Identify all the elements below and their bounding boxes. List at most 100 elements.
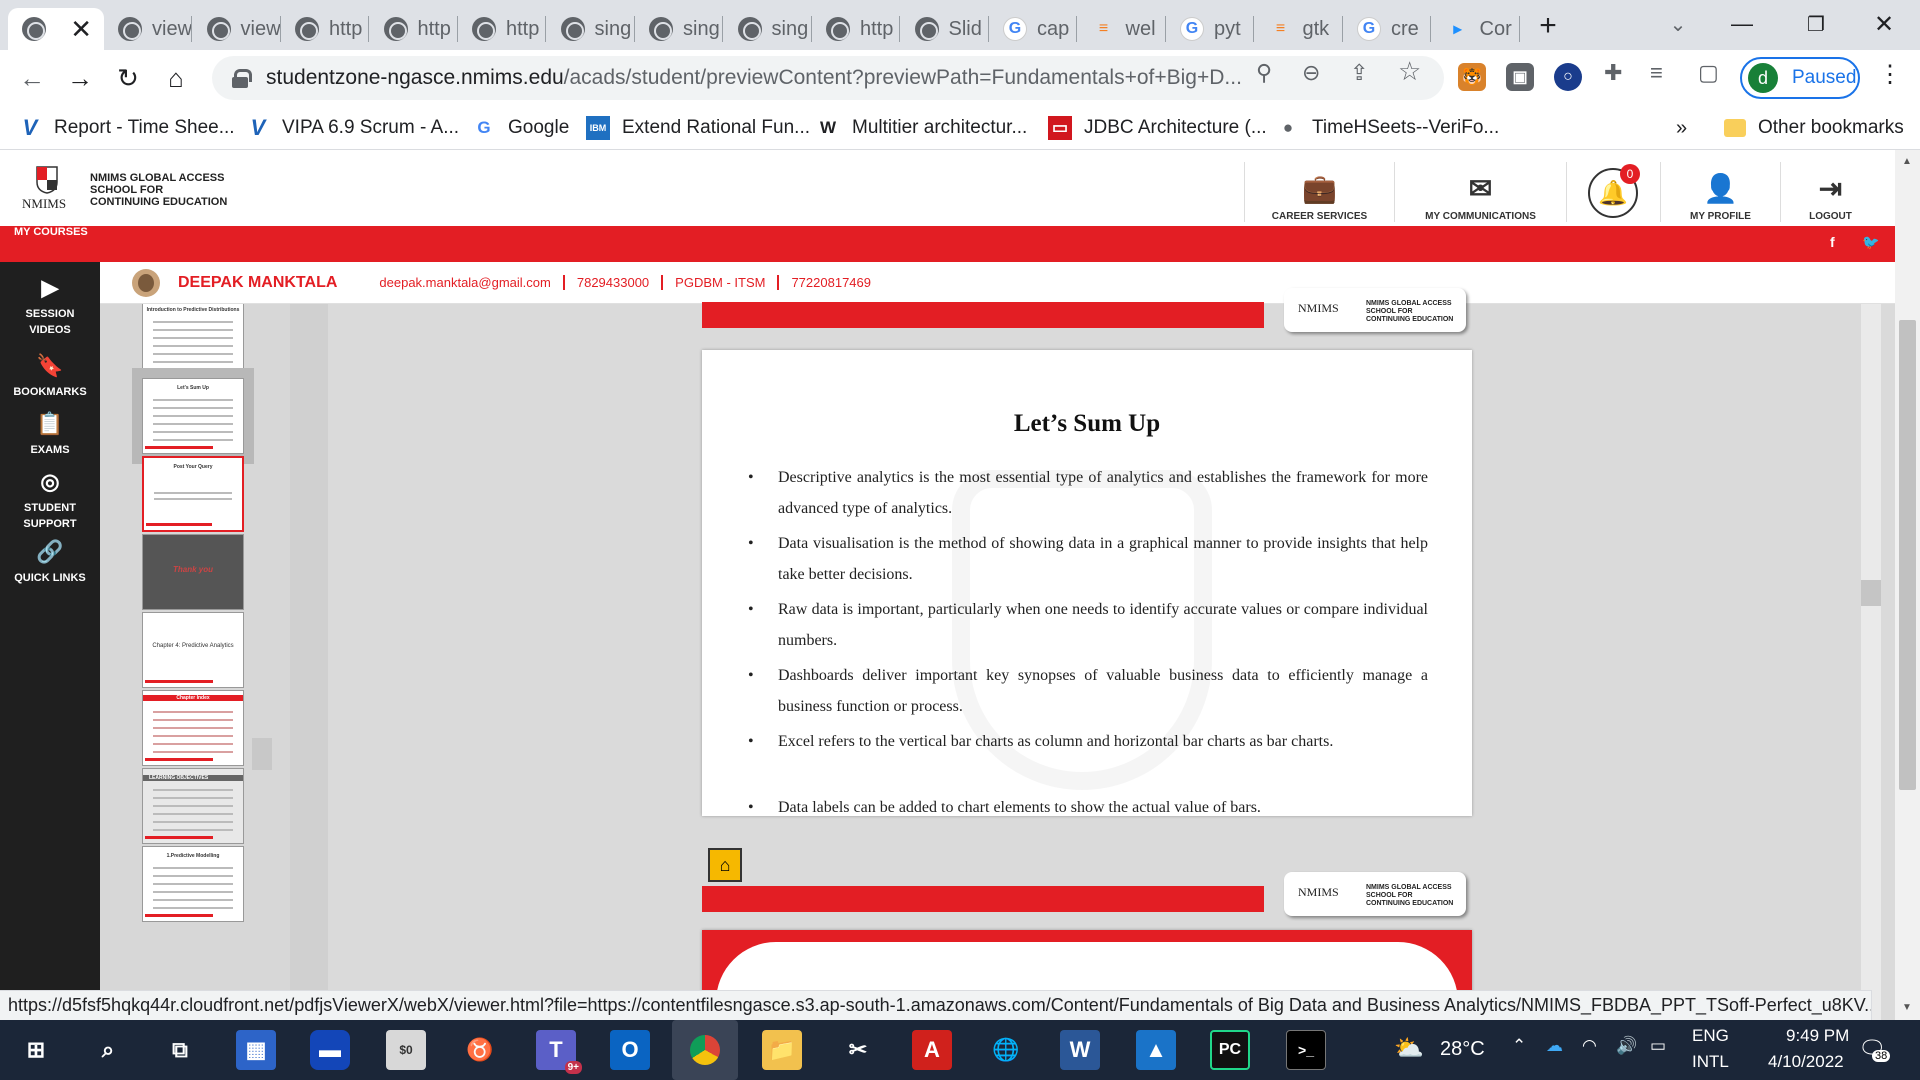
app-blue-icon[interactable]: ▬ [310, 1030, 350, 1070]
tab[interactable]: Gcap [989, 8, 1077, 50]
bookmark-item[interactable]: V Report - Time Shee... [18, 114, 235, 142]
language-code[interactable]: ENG [1692, 1026, 1729, 1046]
page-scroll-thumb[interactable] [1861, 580, 1881, 606]
tab[interactable]: Slid [901, 8, 989, 50]
more-bookmarks-button[interactable]: » [1676, 114, 1687, 142]
wifi-icon[interactable]: ◠ [1582, 1036, 1597, 1056]
scroll-up-icon[interactable]: ▲ [1902, 156, 1912, 167]
acrobat-icon[interactable]: A [912, 1030, 952, 1070]
logout-link[interactable]: ⇥ LOGOUT [1780, 162, 1880, 222]
page-thumbnail[interactable]: Let's Sum Up [132, 368, 254, 464]
page-thumbnail[interactable]: Chapter 4: Predictive Analytics [142, 612, 244, 688]
tab[interactable]: http [370, 8, 458, 50]
extension-grammar-icon[interactable]: ▣ [1506, 63, 1534, 91]
page-thumbnail[interactable]: Chapter Index [142, 690, 244, 766]
tab[interactable]: sing [547, 8, 635, 50]
tab[interactable]: Gcre [1343, 8, 1431, 50]
bookmark-item[interactable]: ● TimeHSeets--VeriFo... [1276, 114, 1499, 142]
close-tab-icon[interactable]: ✕ [70, 14, 92, 45]
my-profile-link[interactable]: 👤 MY PROFILE [1660, 162, 1780, 222]
tab[interactable]: Gpyt [1166, 8, 1254, 50]
twitter-icon[interactable]: 🐦 [1862, 234, 1879, 251]
tab[interactable]: http [281, 8, 369, 50]
tab[interactable]: http [458, 8, 546, 50]
tab[interactable]: view [193, 8, 281, 50]
pycharm-icon[interactable]: PC [1210, 1030, 1250, 1070]
tab[interactable]: sing [635, 8, 723, 50]
search-icon[interactable]: ⌕ [88, 1030, 128, 1070]
tab[interactable]: http [812, 8, 900, 50]
word-icon[interactable]: W [1060, 1030, 1100, 1070]
menu-icon[interactable]: ⋮ [1878, 60, 1902, 89]
zoom-icon[interactable]: ⊖ [1302, 60, 1320, 86]
window-scroll-thumb[interactable] [1899, 320, 1916, 790]
home-icon[interactable]: ⌂ [708, 848, 742, 882]
sidebar-item-exams[interactable]: 📋 EXAMS [0, 413, 100, 458]
restore-button[interactable]: ❐ [1798, 6, 1834, 42]
back-button[interactable]: ← [14, 60, 50, 96]
new-tab-button[interactable]: + [1530, 8, 1566, 44]
window-scrollbar[interactable]: ▲ ▼ [1895, 150, 1920, 1020]
bookmark-item[interactable]: G Google [472, 114, 569, 142]
profile-button[interactable]: d Paused [1740, 57, 1860, 99]
bookmark-item[interactable]: V VIPA 6.9 Scrum - A... [246, 114, 459, 142]
sidebar-item-bookmarks[interactable]: 🔖 BOOKMARKS [0, 355, 100, 400]
snipping-icon[interactable]: ✂ [838, 1030, 878, 1070]
tab-active[interactable]: ✕ [8, 8, 104, 50]
home-button[interactable]: ⌂ [158, 60, 194, 96]
tab[interactable]: sing [724, 8, 812, 50]
teams-icon[interactable]: T 9+ [536, 1030, 582, 1074]
app-bull-icon[interactable]: ♉ [460, 1030, 500, 1070]
sidebar-item-student-support[interactable]: ◎ STUDENT SUPPORT [0, 471, 100, 532]
scroll-down-icon[interactable]: ▼ [1902, 1002, 1912, 1013]
minimize-button[interactable]: — [1724, 6, 1760, 42]
notifications-button[interactable]: 🔔 0 [1588, 164, 1640, 218]
language-layout[interactable]: INTL [1692, 1052, 1729, 1072]
bookmark-item[interactable]: ▭ JDBC Architecture (... [1048, 114, 1267, 142]
tray-chevron-icon[interactable]: ⌃ [1512, 1036, 1526, 1056]
page-thumbnail[interactable]: 1.Predictive Modelling [142, 846, 244, 922]
location-icon[interactable]: ⚲ [1256, 60, 1272, 86]
clock-time[interactable]: 9:49 PM [1786, 1026, 1849, 1046]
tab[interactable]: ≡ wel [1078, 8, 1166, 50]
tab[interactable]: ≡ gtk [1255, 8, 1343, 50]
page-thumbnail[interactable]: Post Your Query [142, 456, 244, 532]
extension-tiger-icon[interactable]: 🐯 [1458, 63, 1486, 91]
thumbnail-scroll-thumb[interactable] [252, 738, 272, 770]
page-thumbnail[interactable]: Thank you [142, 534, 244, 610]
terminal-icon[interactable]: >_ [1286, 1030, 1326, 1070]
thumbnail-scrollbar[interactable] [290, 304, 328, 1020]
photos-icon[interactable]: ▲ [1136, 1030, 1176, 1070]
close-window-button[interactable]: ✕ [1866, 6, 1902, 42]
clock-date[interactable]: 4/10/2022 [1768, 1052, 1844, 1072]
onedrive-icon[interactable]: ☁ [1546, 1036, 1563, 1056]
star-icon[interactable]: ☆ [1398, 56, 1421, 87]
app-grid-icon[interactable]: ▦ [236, 1030, 276, 1070]
sidebar-item-session-videos[interactable]: ▶ SESSION VIDEOS [0, 277, 100, 338]
media-icon[interactable]: ≡ [1650, 60, 1663, 86]
other-bookmarks[interactable]: Other bookmarks [1724, 114, 1904, 142]
chrome-active-icon[interactable] [672, 1020, 738, 1080]
reload-button[interactable]: ↻ [110, 60, 146, 96]
extension-circle-icon[interactable]: ○ [1554, 63, 1582, 91]
my-communications-link[interactable]: ✉ MY COMMUNICATIONS [1394, 162, 1566, 222]
tab-search-icon[interactable]: ⌄ [1660, 6, 1696, 42]
side-panel-icon[interactable]: ▢ [1698, 60, 1719, 86]
outlook-icon[interactable]: O [610, 1030, 650, 1070]
extensions-icon[interactable]: ✚ [1604, 60, 1622, 86]
page-thumbnail[interactable]: LEARNING OBJECTIVES [142, 768, 244, 844]
career-services-link[interactable]: 💼 CAREER SERVICES [1244, 162, 1394, 222]
globe-app-icon[interactable]: 🌐 [986, 1030, 1026, 1070]
volume-icon[interactable]: 🔊 [1616, 1036, 1637, 1056]
weather-icon[interactable]: ⛅ [1394, 1034, 1424, 1063]
bookmark-item[interactable]: IBM Extend Rational Fun... [586, 114, 810, 142]
share-icon[interactable]: ⇪ [1350, 60, 1368, 86]
bookmark-item[interactable]: W Multitier architectur... [816, 114, 1027, 142]
weather-temp[interactable]: 28°C [1440, 1038, 1485, 1061]
my-courses-link[interactable]: MY COURSES [14, 226, 88, 238]
tab[interactable]: ▸ Cor [1432, 8, 1520, 50]
facebook-icon[interactable]: f [1830, 234, 1835, 250]
calculator-icon[interactable]: $0 [386, 1030, 426, 1070]
tab[interactable]: view [104, 8, 192, 50]
battery-icon[interactable]: ▭ [1650, 1036, 1666, 1056]
